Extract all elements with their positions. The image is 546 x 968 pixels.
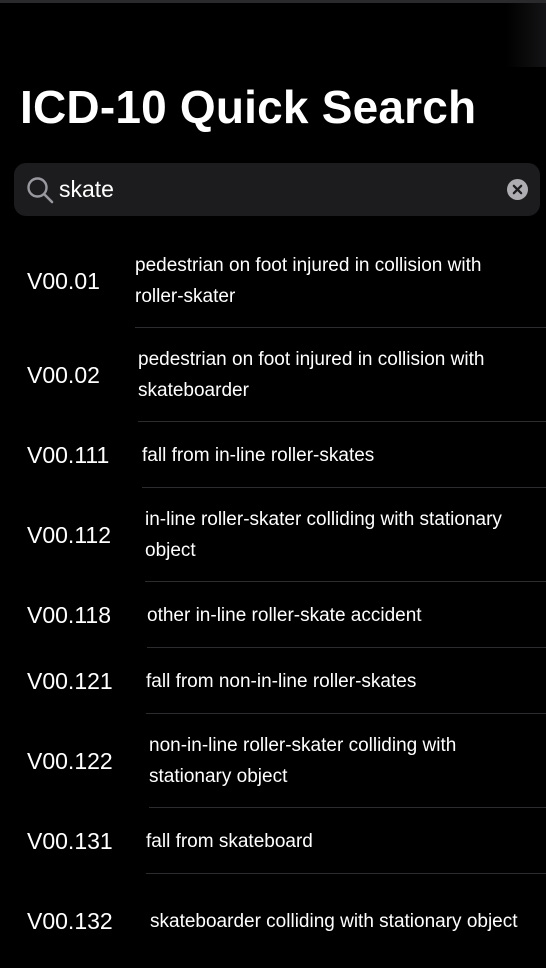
icd-code: V00.132 — [27, 907, 113, 934]
icd-code: V00.112 — [27, 521, 111, 548]
code-description: pedestrian on foot injured in collision … — [138, 349, 485, 401]
code-description: in-line roller-skater colliding with sta… — [145, 509, 502, 561]
search-input[interactable] — [59, 163, 489, 216]
list-item[interactable]: V00.131 fall from skateboard — [0, 808, 546, 874]
list-item[interactable]: V00.118 other in-line roller-skate accid… — [0, 582, 546, 648]
top-edge — [0, 0, 546, 3]
list-item[interactable]: V00.01 pedestrian on foot injured in col… — [0, 234, 546, 328]
list-item[interactable]: V00.122 non-in-line roller-skater collid… — [0, 714, 546, 808]
icd-code: V00.118 — [27, 601, 111, 628]
clear-search-icon[interactable] — [507, 179, 528, 200]
search-icon — [27, 177, 54, 204]
icd-code: V00.131 — [27, 827, 113, 854]
list-item[interactable]: V00.02 pedestrian on foot injured in col… — [0, 328, 546, 422]
code-description: fall from skateboard — [146, 830, 313, 852]
icd-code: V00.121 — [27, 667, 113, 694]
code-description: pedestrian on foot injured in collision … — [135, 255, 482, 307]
icd-code: V00.02 — [27, 361, 100, 388]
list-item[interactable]: V00.121 fall from non-in-line roller-ska… — [0, 648, 546, 714]
icd-code: V00.122 — [27, 747, 113, 774]
list-item[interactable]: V00.111 fall from in-line roller-skates — [0, 422, 546, 488]
code-description: other in-line roller-skate accident — [147, 604, 422, 626]
list-item[interactable]: V00.112 in-line roller-skater colliding … — [0, 488, 546, 582]
code-description: fall from in-line roller-skates — [142, 444, 375, 466]
code-description: non-in-line roller-skater colliding with… — [149, 735, 457, 787]
icd-code: V00.01 — [27, 267, 100, 294]
search-bar[interactable] — [14, 163, 540, 216]
code-description: skateboarder colliding with stationary o… — [150, 910, 518, 932]
icd-code: V00.111 — [27, 441, 110, 468]
list-item[interactable]: V00.132 skateboarder colliding with stat… — [0, 874, 546, 968]
top-edge-fade — [506, 3, 546, 67]
results-list: V00.01 pedestrian on foot injured in col… — [0, 234, 546, 968]
code-description: fall from non-in-line roller-skates — [146, 670, 417, 692]
page-title: ICD-10 Quick Search — [20, 81, 477, 133]
